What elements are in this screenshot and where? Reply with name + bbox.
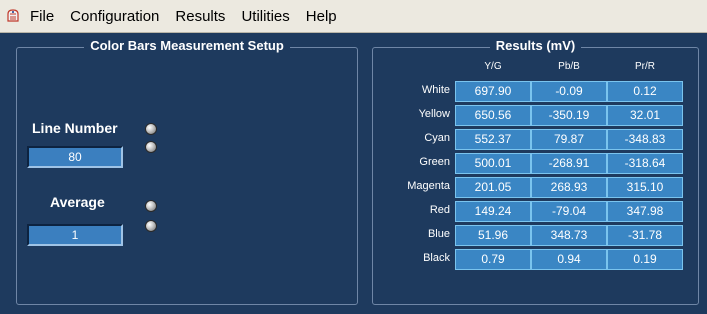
column-header-yg: Y/G <box>484 61 502 72</box>
average-coarse-knob-icon[interactable] <box>145 200 157 212</box>
result-cell: -31.78 <box>607 225 683 246</box>
line-number-coarse-knob-icon[interactable] <box>145 123 157 135</box>
result-cell: 347.98 <box>607 201 683 222</box>
average-field[interactable]: 1 <box>27 224 123 246</box>
result-cell: 0.79 <box>455 249 531 270</box>
result-cell: 149.24 <box>455 201 531 222</box>
menu-configuration[interactable]: Configuration <box>70 8 159 25</box>
result-cell: 32.01 <box>607 105 683 126</box>
column-header-prr: Pr/R <box>635 61 655 72</box>
result-cell: 0.19 <box>607 249 683 270</box>
result-cell: 0.12 <box>607 81 683 102</box>
column-header-pbb: Pb/B <box>558 61 580 72</box>
result-cell: 697.90 <box>455 81 531 102</box>
menu-file[interactable]: File <box>30 8 54 25</box>
results-panel-title: Results (mV) <box>373 38 698 53</box>
result-cell: 268.93 <box>531 177 607 198</box>
result-cell: -0.09 <box>531 81 607 102</box>
row-label-magenta: Magenta <box>407 180 450 192</box>
result-cell: -268.91 <box>531 153 607 174</box>
result-cell: 348.73 <box>531 225 607 246</box>
row-label-blue: Blue <box>427 228 450 240</box>
menu-utilities[interactable]: Utilities <box>241 8 289 25</box>
result-cell: 552.37 <box>455 129 531 150</box>
row-label-green: Green <box>419 156 450 168</box>
result-cell: 315.10 <box>607 177 683 198</box>
result-cell: 0.94 <box>531 249 607 270</box>
row-label-cyan: Cyan <box>424 132 450 144</box>
result-cell: 500.01 <box>455 153 531 174</box>
result-cell: -79.04 <box>531 201 607 222</box>
row-label-white: White <box>421 84 450 96</box>
result-cell: -348.83 <box>607 129 683 150</box>
line-number-field[interactable]: 80 <box>27 146 123 168</box>
average-fine-knob-icon[interactable] <box>145 220 157 232</box>
line-number-fine-knob-icon[interactable] <box>145 141 157 153</box>
menu-results[interactable]: Results <box>175 8 225 25</box>
result-cell: 79.87 <box>531 129 607 150</box>
result-cell: -318.64 <box>607 153 683 174</box>
menu-help[interactable]: Help <box>306 8 337 25</box>
main-content: Color Bars Measurement Setup Line Number… <box>0 34 707 314</box>
result-cell: 650.56 <box>455 105 531 126</box>
app-icon <box>5 8 21 24</box>
line-number-label: Line Number <box>32 120 118 136</box>
average-label: Average <box>50 194 105 210</box>
setup-panel-title: Color Bars Measurement Setup <box>17 38 357 53</box>
result-cell: -350.19 <box>531 105 607 126</box>
result-cell: 51.96 <box>455 225 531 246</box>
result-cell: 201.05 <box>455 177 531 198</box>
setup-panel: Color Bars Measurement Setup <box>16 38 358 305</box>
row-label-yellow: Yellow <box>418 108 450 120</box>
row-label-red: Red <box>429 204 450 216</box>
row-label-black: Black <box>423 252 450 264</box>
menu-bar: File Configuration Results Utilities Hel… <box>0 0 707 33</box>
